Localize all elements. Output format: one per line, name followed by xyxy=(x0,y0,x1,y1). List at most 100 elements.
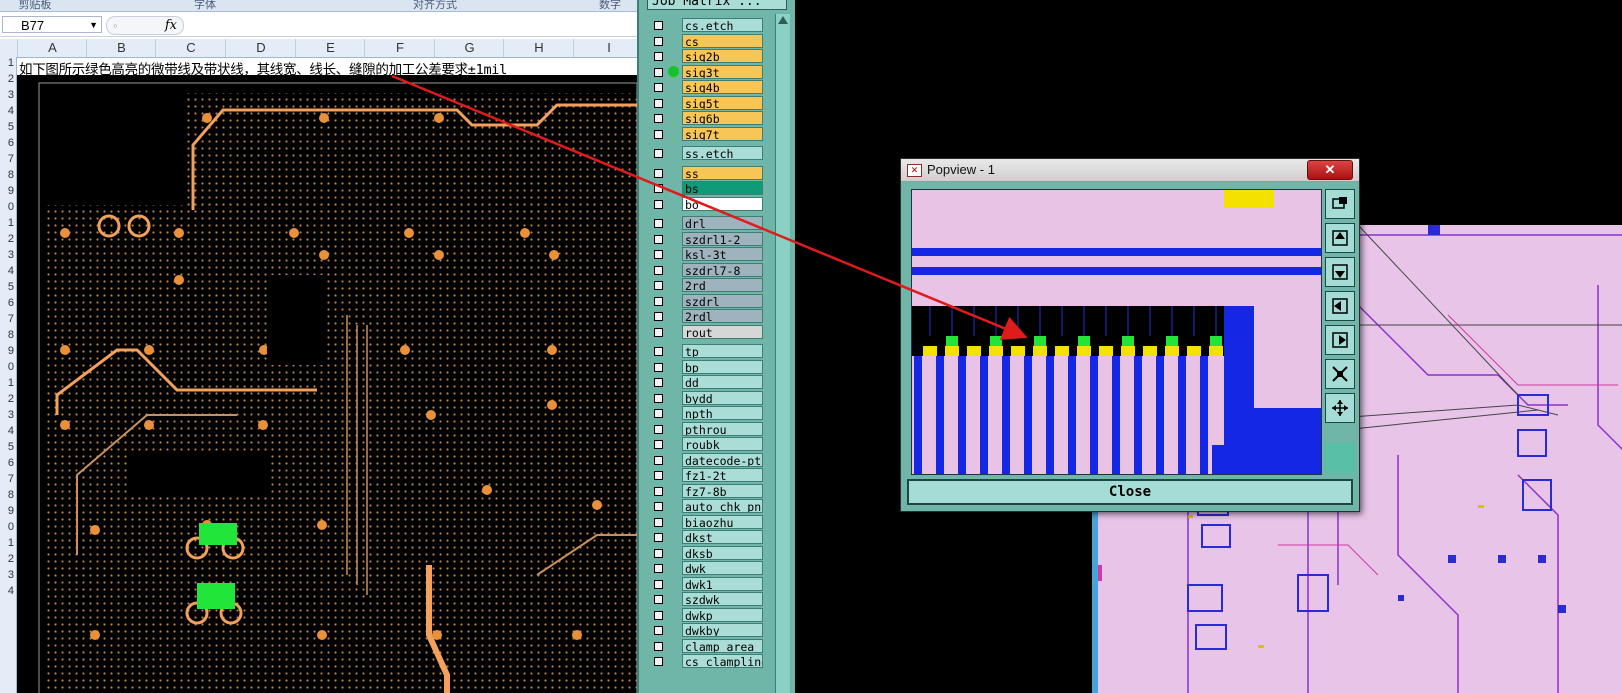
layer-name[interactable]: sig3t xyxy=(682,64,763,79)
row-header[interactable]: 2 xyxy=(0,393,14,405)
layer-checkbox[interactable] xyxy=(654,312,663,321)
row-header[interactable]: 4 xyxy=(0,585,14,597)
layer-row-dwk[interactable]: dwk xyxy=(649,561,769,575)
row-header[interactable]: 9 xyxy=(0,505,14,517)
layer-row-szdrl[interactable]: szdrl xyxy=(649,293,769,308)
layer-row-sig3t[interactable]: sig3t xyxy=(649,64,769,79)
layer-checkbox[interactable] xyxy=(654,579,663,589)
layer-row-bp[interactable]: bp xyxy=(649,359,769,374)
row-header[interactable]: 9 xyxy=(0,345,14,357)
layer-row-ss.etch[interactable]: ss.etch xyxy=(649,146,769,160)
close-button[interactable]: Close xyxy=(907,479,1353,505)
row-header[interactable]: 6 xyxy=(0,137,14,149)
row-header[interactable]: 5 xyxy=(0,441,14,453)
row-header[interactable]: 4 xyxy=(0,105,14,117)
layer-name[interactable]: sig6b xyxy=(682,111,763,125)
layer-checkbox[interactable] xyxy=(654,424,663,434)
layer-checkbox[interactable] xyxy=(654,502,663,511)
layer-checkbox[interactable] xyxy=(654,98,663,108)
layer-name[interactable]: cs.etch xyxy=(682,18,763,32)
layer-row-dwkp[interactable]: dwkp xyxy=(649,607,769,622)
layer-row-tp[interactable]: tp xyxy=(649,344,769,358)
column-header[interactable]: E xyxy=(295,39,365,57)
layer-row-sig7t[interactable]: sig7t xyxy=(649,126,769,141)
layer-checkbox[interactable] xyxy=(654,129,663,139)
row-header[interactable]: 7 xyxy=(0,313,14,325)
pan-down-icon[interactable] xyxy=(1325,257,1355,287)
layer-row-szdrl1-2[interactable]: szdrl1-2 xyxy=(649,231,769,246)
layer-name[interactable]: dwk xyxy=(682,561,763,575)
layer-name[interactable]: dksb xyxy=(682,545,763,560)
layer-name[interactable]: auto_chk_pn xyxy=(682,499,763,513)
layer-name[interactable]: 2rd xyxy=(682,278,763,292)
layer-checkbox[interactable] xyxy=(654,455,663,465)
layer-row-sig5t[interactable]: sig5t xyxy=(649,95,769,110)
column-header[interactable]: D xyxy=(225,39,296,57)
row-header[interactable]: 0 xyxy=(0,361,14,373)
layer-name[interactable]: ksl-3t xyxy=(682,247,763,261)
layer-checkbox[interactable] xyxy=(654,67,663,77)
layer-row-fz1-2t[interactable]: fz1-2t xyxy=(649,468,769,482)
name-box[interactable]: B77 ▼ xyxy=(2,16,102,33)
layer-checkbox[interactable] xyxy=(654,327,663,337)
row-header[interactable]: 8 xyxy=(0,489,14,501)
row-header[interactable]: 1 xyxy=(0,57,14,69)
row-header[interactable]: 7 xyxy=(0,473,14,485)
layer-row-cs.etch[interactable]: cs.etch xyxy=(649,18,769,32)
ribbon-group-clipboard[interactable]: 剪贴板 xyxy=(10,0,60,11)
layer-name[interactable]: fz1-2t xyxy=(682,468,763,482)
layer-name[interactable]: szdrl1-2 xyxy=(682,231,763,246)
pan-up-icon[interactable] xyxy=(1325,223,1355,253)
layer-checkbox[interactable] xyxy=(654,409,663,418)
layer-row-ss[interactable]: ss xyxy=(649,165,769,180)
layer-row-szdrl7-8[interactable]: szdrl7-8 xyxy=(649,262,769,277)
layer-name[interactable]: ss.etch xyxy=(682,146,763,160)
row-header[interactable]: 5 xyxy=(0,281,14,293)
layer-name[interactable]: sig5t xyxy=(682,95,763,110)
layer-row-szdwk[interactable]: szdwk xyxy=(649,592,769,606)
layer-name[interactable]: npth xyxy=(682,406,763,420)
layer-checkbox[interactable] xyxy=(654,149,663,158)
layer-row-dksb[interactable]: dksb xyxy=(649,545,769,560)
row-header[interactable]: 7 xyxy=(0,153,14,165)
layer-checkbox[interactable] xyxy=(654,234,663,244)
layer-row-dd[interactable]: dd xyxy=(649,375,769,389)
layer-row-dwk1[interactable]: dwk1 xyxy=(649,576,769,591)
layer-checkbox[interactable] xyxy=(654,36,663,46)
popview-titlebar[interactable]: ✕ Popview - 1 ✕ xyxy=(901,159,1359,182)
row-header[interactable]: 0 xyxy=(0,521,14,533)
layer-row-dkst[interactable]: dkst xyxy=(649,530,769,544)
layer-name[interactable]: dwkby xyxy=(682,623,763,637)
column-header[interactable]: A xyxy=(17,39,87,57)
zoom-center-icon[interactable] xyxy=(1325,393,1355,423)
layer-row-fz7-8b[interactable]: fz7-8b xyxy=(649,483,769,498)
layer-row-pthrou[interactable]: pthrou xyxy=(649,421,769,436)
row-header[interactable]: 3 xyxy=(0,89,14,101)
layer-name[interactable]: datecode-pt xyxy=(682,452,763,467)
layer-name[interactable]: szdwk xyxy=(682,592,763,606)
row-header[interactable]: 1 xyxy=(0,537,14,549)
layer-row-roubk[interactable]: roubk xyxy=(649,437,769,451)
row-header[interactable]: 9 xyxy=(0,185,14,197)
layer-name[interactable]: szdrl xyxy=(682,293,763,308)
row-header[interactable]: 2 xyxy=(0,73,14,85)
row-header[interactable]: 0 xyxy=(0,201,14,213)
layer-checkbox[interactable] xyxy=(654,114,663,123)
layer-row-npth[interactable]: npth xyxy=(649,406,769,420)
row-header[interactable]: 8 xyxy=(0,169,14,181)
column-header[interactable]: G xyxy=(434,39,504,57)
layer-name[interactable]: drl xyxy=(682,216,763,230)
column-header[interactable]: H xyxy=(503,39,574,57)
layer-name[interactable]: clamp_area xyxy=(682,638,763,653)
layer-row-drl[interactable]: drl xyxy=(649,216,769,230)
layer-checkbox[interactable] xyxy=(654,168,663,178)
layer-checkbox[interactable] xyxy=(654,657,663,666)
ribbon-group-font[interactable]: 字体 xyxy=(180,0,230,11)
insert-function-button[interactable]: ◦ fx xyxy=(106,16,184,35)
layer-checkbox[interactable] xyxy=(654,52,663,61)
layer-checkbox[interactable] xyxy=(654,250,663,259)
column-header[interactable]: C xyxy=(155,39,226,57)
layer-row-ksl-3t[interactable]: ksl-3t xyxy=(649,247,769,261)
layer-checkbox[interactable] xyxy=(654,440,663,449)
layer-checkbox[interactable] xyxy=(654,548,663,558)
